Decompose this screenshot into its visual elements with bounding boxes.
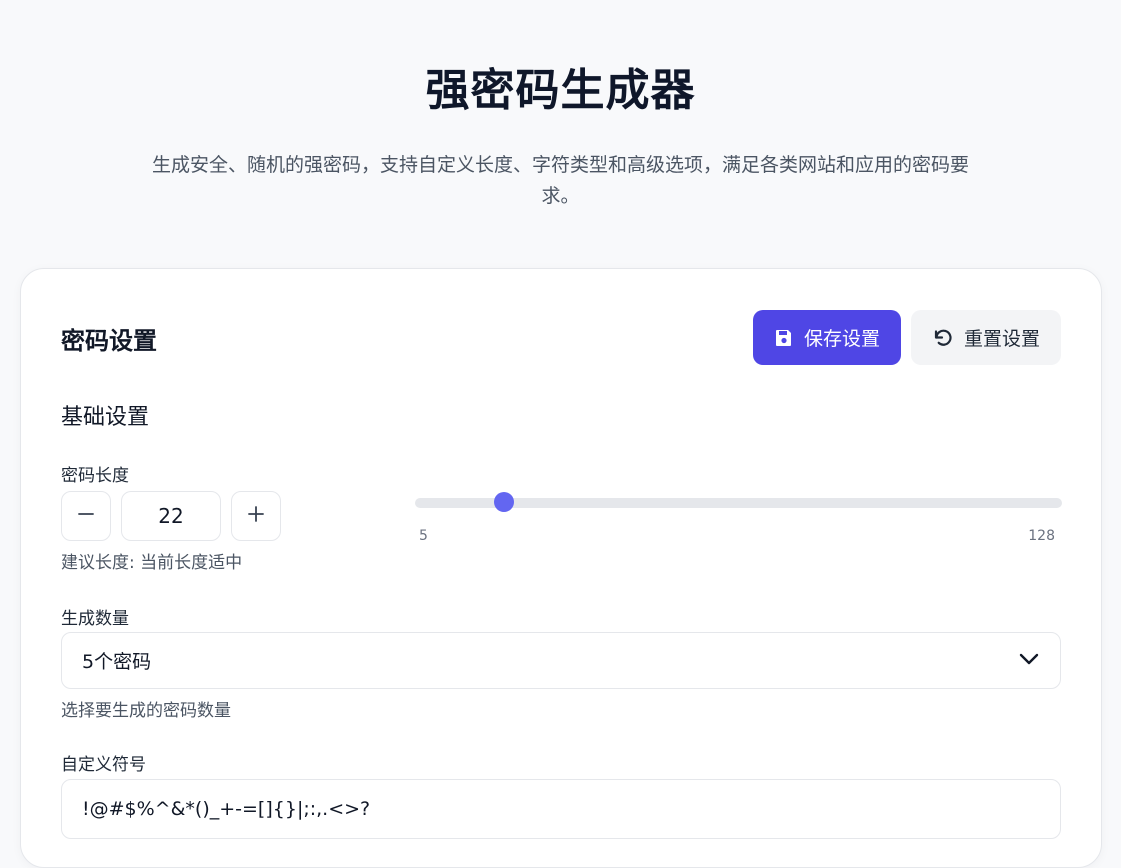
card-title: 密码设置 [61,327,157,355]
reset-settings-button[interactable]: 重置设置 [911,310,1061,365]
page-subtitle: 生成安全、随机的强密码，支持自定义长度、字符类型和高级选项，满足各类网站和应用的… [151,154,969,207]
reset-icon [932,327,954,349]
slider-max-label: 128 [1028,528,1055,544]
reset-settings-label: 重置设置 [963,328,1040,350]
settings-card: 密码设置 保存设置 重置设置 基础设置 密码长度 22 5 128 建议长度: … [20,268,1102,868]
length-hint: 建议长度: 当前长度适中 [61,553,243,573]
chevron-down-icon [1018,651,1040,670]
custom-symbols-input[interactable] [61,779,1061,839]
length-increase-button[interactable] [231,491,281,541]
custom-symbols-label: 自定义符号 [61,755,146,775]
page-title: 强密码生成器 [425,65,696,116]
count-hint: 选择要生成的密码数量 [61,701,231,721]
save-settings-button[interactable]: 保存设置 [753,310,901,365]
count-label: 生成数量 [61,609,129,629]
length-slider-thumb[interactable] [494,492,515,512]
slider-min-label: 5 [419,528,428,544]
plus-icon [247,505,265,527]
minus-icon [77,505,95,527]
password-length-input[interactable] [121,491,221,541]
password-length-label: 密码长度 [61,466,129,486]
password-count-select[interactable]: 5个密码 [61,632,1061,689]
save-settings-label: 保存设置 [803,328,880,350]
section-title-basic: 基础设置 [61,405,150,430]
password-count-value: 5个密码 [82,651,152,673]
save-icon [774,328,794,348]
length-decrease-button[interactable] [61,491,111,541]
